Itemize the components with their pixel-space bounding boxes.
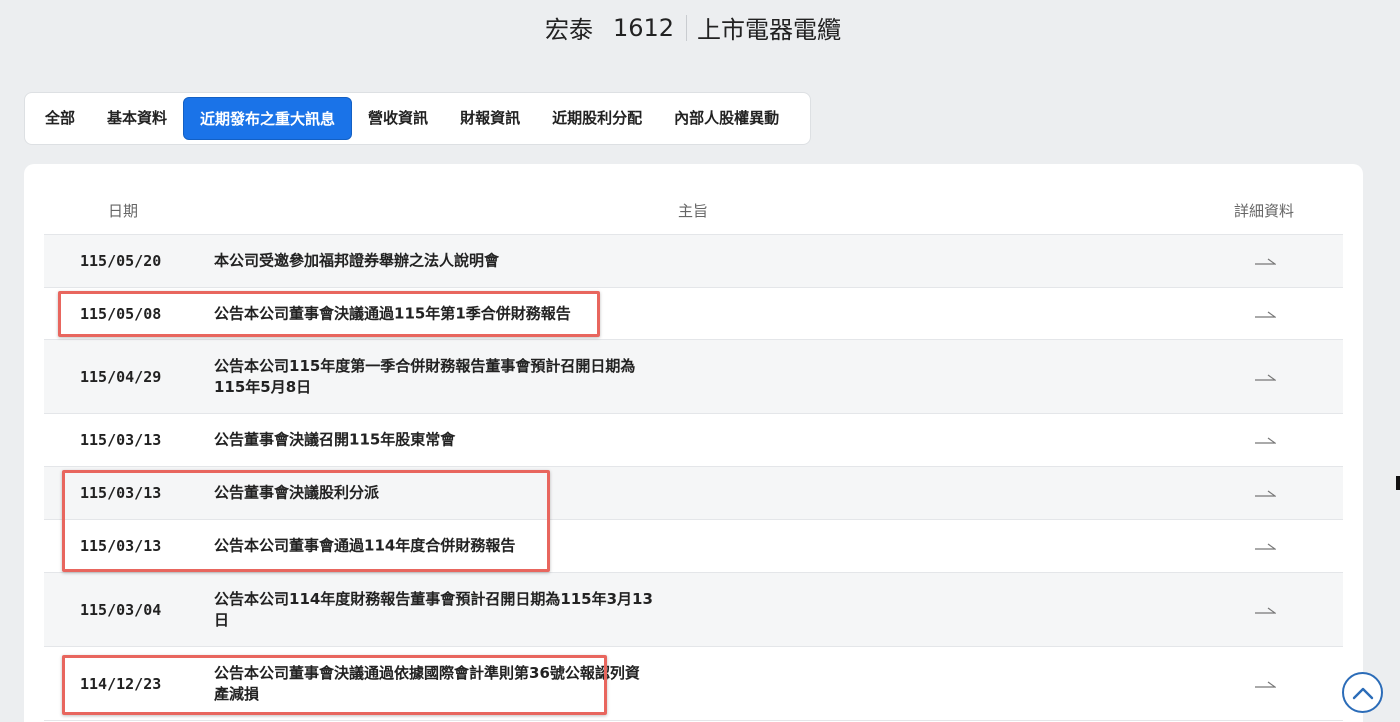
table-header: 日期 主旨 詳細資料 [44,164,1343,235]
arrow-right-icon[interactable] [1254,434,1276,446]
company-name: 宏泰 [544,16,593,44]
arrow-right-icon[interactable] [1254,540,1276,552]
row-date: 115/04/29 [80,367,162,386]
row-date: 115/05/08 [80,304,162,323]
tab-insider-holdings[interactable]: 內部人股權異動 [658,97,795,140]
row-subject: 公告董事會決議召開115年股東常會 [214,430,456,449]
title-divider [686,14,688,41]
row-subject: 本公司受邀參加福邦證券舉辦之法人說明會 [214,251,500,270]
arrow-right-icon[interactable] [1254,678,1276,690]
row-date: 115/03/04 [80,600,162,619]
row-subject: 公告本公司董事會決議通過依據國際會計準則第36號公報認列資產減損 [214,663,640,703]
row-subject: 公告本公司董事會決議通過115年第1季合併財務報告 [214,304,571,322]
row-subject: 公告董事會決議股利分派 [214,483,380,502]
row-date: 115/05/20 [80,252,162,270]
table-row[interactable]: 115/03/13 公告本公司董事會通過114年度合併財務報告 [44,520,1343,573]
tab-financials[interactable]: 財報資訊 [444,97,536,140]
table-row[interactable]: 114/12/23 公告本公司董事會決議通過依據國際會計準則第36號公報認列資產… [44,647,1343,721]
arrow-right-icon[interactable] [1254,604,1276,616]
stock-code: 1612 [612,13,675,42]
table-row[interactable]: 115/05/08 公告本公司董事會決議通過115年第1季合併財務報告 [44,288,1343,340]
arrow-right-icon[interactable] [1254,487,1276,499]
news-table-panel: 日期 主旨 詳細資料 115/05/20 本公司受邀參加福邦證券舉辦之法人說明會… [24,164,1363,722]
row-subject: 公告本公司114年度財務報告董事會預計召開日期為115年3月13日 [214,589,653,629]
column-header-date: 日期 [108,202,139,220]
arrow-right-icon[interactable] [1254,371,1276,383]
table-row[interactable]: 115/03/13 公告董事會決議股利分派 [44,467,1343,520]
row-subject: 公告本公司115年度第一季合併財務報告董事會預計召開日期為115年5月8日 [214,356,636,396]
tab-dividends[interactable]: 近期股利分配 [536,97,658,140]
row-subject: 公告本公司董事會通過114年度合併財務報告 [214,536,516,555]
row-date: 115/03/13 [80,484,162,502]
tab-basic-info[interactable]: 基本資料 [91,97,183,140]
row-date: 115/03/13 [80,537,162,555]
table-row[interactable]: 115/03/13 公告董事會決議召開115年股東常會 [44,414,1343,467]
table-row[interactable]: 115/03/04 公告本公司114年度財務報告董事會預計召開日期為115年3月… [44,573,1343,647]
tab-material-news[interactable]: 近期發布之重大訊息 [183,97,353,140]
column-header-subject: 主旨 [678,202,709,220]
back-to-top-button[interactable] [1342,672,1383,713]
row-date: 114/12/23 [80,674,162,693]
chevron-up-icon [1352,687,1373,699]
column-header-detail: 詳細資料 [1234,202,1295,220]
tab-bar: 全部 基本資料 近期發布之重大訊息 營收資訊 財報資訊 近期股利分配 內部人股權… [24,92,811,145]
table-row[interactable]: 115/04/29 公告本公司115年度第一季合併財務報告董事會預計召開日期為1… [44,340,1343,414]
table-row[interactable]: 115/05/20 本公司受邀參加福邦證券舉辦之法人說明會 [44,235,1343,288]
arrow-right-icon[interactable] [1254,308,1276,320]
arrow-right-icon[interactable] [1254,255,1276,267]
row-date: 115/03/13 [80,431,162,449]
tab-all[interactable]: 全部 [29,97,91,140]
market-category: 上市電器電纜 [697,16,842,44]
mouse-cursor [1396,476,1400,490]
page-title: 宏泰 1612 上市電器電纜 [0,10,1386,45]
tab-revenue[interactable]: 營收資訊 [352,97,444,140]
